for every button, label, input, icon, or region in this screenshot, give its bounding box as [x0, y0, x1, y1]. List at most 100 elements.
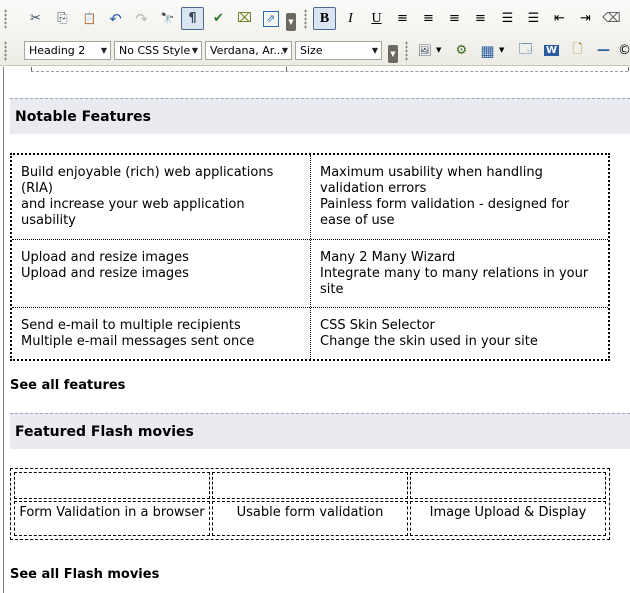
paste-button[interactable]: 📋 [78, 7, 101, 30]
flash-movie-title[interactable]: Form Validation in a browser [14, 501, 210, 536]
clean-html-icon: ⌧ [237, 11, 252, 26]
insert-link-icon: ⇗ [262, 10, 279, 27]
toolbar-overflow-chevron[interactable]: ▼ [388, 45, 398, 63]
justify-button[interactable]: ≡ [469, 7, 492, 30]
toolbar-overflow-chevron[interactable]: ▼ [286, 13, 296, 31]
font-size-value: Size [300, 44, 323, 57]
find-button[interactable]: 🔭 [156, 7, 179, 30]
copy-button[interactable]: ⎘ [51, 7, 74, 30]
css-style-value: No CSS Style [119, 44, 191, 57]
chevron-down-icon: ▼ [281, 46, 288, 55]
redo-icon: ↷ [135, 9, 148, 28]
spellcheck-button[interactable]: ✔ [207, 7, 230, 30]
feature-title: Send e-mail to multiple recipients [21, 318, 241, 333]
see-all-features-link[interactable]: See all features [10, 378, 125, 393]
cut-button[interactable]: ✂ [24, 7, 47, 30]
flash-thumbnail-cell[interactable] [14, 472, 210, 499]
align-right-button[interactable]: ≡ [443, 7, 466, 30]
insert-document-icon: W [543, 45, 560, 56]
table-row: Form Validation in a browser Usable form… [13, 500, 607, 537]
insert-table-button[interactable]: ▦ [476, 39, 499, 62]
paragraph-marks-button[interactable]: ¶ [181, 7, 204, 30]
see-all-flash-movies-link[interactable]: See all Flash movies [10, 567, 159, 582]
image-manager-button[interactable]: 🗔 [514, 39, 537, 62]
outdent-button[interactable]: ⇤ [548, 7, 571, 30]
underline-button[interactable]: U [365, 7, 388, 30]
feature-description: Integrate many to many relations in your… [320, 266, 589, 297]
insert-image-icon: 🖼 [417, 44, 432, 57]
paste-icon: 📋 [82, 12, 97, 25]
copyright-button[interactable]: © [613, 39, 630, 62]
feature-title: Upload and resize images [21, 250, 189, 265]
bold-button[interactable]: B [313, 7, 336, 30]
align-left-icon: ≡ [397, 11, 408, 26]
insert-table-icon: ▦ [480, 41, 495, 60]
numbered-list-button[interactable]: ☰ [496, 7, 519, 30]
feature-title: Many 2 Many Wizard [320, 250, 456, 265]
outdent-icon: ⇤ [554, 11, 565, 26]
font-size-select[interactable]: Size ▼ [295, 41, 382, 60]
chevron-down-icon[interactable]: ▼ [499, 46, 504, 54]
feature-cell[interactable]: Build enjoyable (rich) web applications … [12, 155, 310, 239]
justify-icon: ≡ [475, 11, 486, 26]
feature-description: and increase your web application usabil… [21, 197, 245, 228]
chevron-down-icon: ▼ [371, 46, 378, 55]
cut-icon: ✂ [30, 11, 41, 26]
chevron-down-icon[interactable]: ▼ [436, 46, 441, 54]
eraser-icon: ⌫ [602, 11, 621, 26]
indent-button[interactable]: ⇥ [574, 7, 597, 30]
undo-button[interactable]: ↶ [104, 7, 127, 30]
flash-button[interactable]: ⚙ [450, 39, 473, 62]
flash-movies-table: Form Validation in a browser Usable form… [10, 468, 610, 540]
insert-link-button[interactable]: ⇗ [259, 7, 282, 30]
feature-description: Multiple e-mail messages sent once [21, 334, 255, 349]
feature-cell[interactable]: CSS Skin Selector Change the skin used i… [310, 308, 608, 359]
toolbar-row-1: ✂ ⎘ 📋 ↶ ↷ 🔭 ¶ ✔ ⌧ ⇗ ▼ B I U ≡ ≡ ≡ ≡ ☰ ☰ … [0, 4, 630, 34]
align-center-icon: ≡ [423, 11, 434, 26]
align-right-icon: ≡ [449, 11, 460, 26]
table-row [13, 471, 607, 500]
insert-document-button[interactable]: W [540, 39, 563, 62]
clean-html-button[interactable]: ⌧ [233, 7, 256, 30]
horizontal-rule-button[interactable]: — [592, 39, 615, 62]
flash-movie-title[interactable]: Image Upload & Display [410, 501, 606, 536]
horizontal-rule-icon: — [597, 43, 610, 58]
align-left-button[interactable]: ≡ [391, 7, 414, 30]
italic-button[interactable]: I [339, 7, 362, 30]
feature-cell[interactable]: Send e-mail to multiple recipients Multi… [12, 308, 310, 359]
chevron-down-icon: ▼ [191, 46, 198, 55]
features-heading: Notable Features [10, 98, 630, 134]
toolbar-grip[interactable] [4, 41, 7, 61]
bulleted-list-button[interactable]: ☰ [522, 7, 545, 30]
insert-image-button[interactable]: 🖼 [413, 39, 436, 62]
paragraph-style-value: Heading 2 [29, 44, 86, 57]
editor-toolbar: ✂ ⎘ 📋 ↶ ↷ 🔭 ¶ ✔ ⌧ ⇗ ▼ B I U ≡ ≡ ≡ ≡ ☰ ☰ … [0, 0, 630, 66]
flash-thumbnail-cell[interactable] [212, 472, 408, 499]
bold-icon: B [319, 10, 330, 26]
redo-button[interactable]: ↷ [130, 7, 153, 30]
flash-icon: ⚙ [455, 43, 468, 58]
eraser-button[interactable]: ⌫ [600, 7, 623, 30]
align-center-button[interactable]: ≡ [417, 7, 440, 30]
feature-cell[interactable]: Many 2 Many Wizard Integrate many to man… [310, 240, 608, 307]
features-table: Build enjoyable (rich) web applications … [10, 153, 610, 361]
undo-icon: ↶ [109, 9, 122, 28]
feature-cell[interactable]: Upload and resize images Upload and resi… [12, 240, 310, 307]
toolbar-grip[interactable] [4, 9, 7, 29]
flash-movie-title[interactable]: Usable form validation [212, 501, 408, 536]
toolbar-grip[interactable] [405, 41, 408, 61]
font-name-value: Verdana, Ar... [210, 44, 284, 57]
paragraph-style-select[interactable]: Heading 2 ▼ [24, 41, 111, 60]
font-name-select[interactable]: Verdana, Ar... ▼ [205, 41, 292, 60]
template-icon: 🗋 [572, 41, 583, 57]
chevron-down-icon: ▼ [100, 46, 107, 55]
template-button[interactable]: 🗋 [566, 39, 589, 62]
flash-thumbnail-cell[interactable] [410, 472, 606, 499]
editor-content-area[interactable]: Notable Features Build enjoyable (rich) … [3, 67, 630, 593]
feature-cell[interactable]: Maximum usability when handling validati… [310, 155, 608, 239]
css-style-select[interactable]: No CSS Style ▼ [114, 41, 202, 60]
spellcheck-icon: ✔ [213, 11, 224, 26]
bulleted-list-icon: ☰ [527, 11, 540, 26]
toolbar-grip[interactable] [304, 9, 307, 29]
copy-icon: ⎘ [57, 11, 68, 26]
